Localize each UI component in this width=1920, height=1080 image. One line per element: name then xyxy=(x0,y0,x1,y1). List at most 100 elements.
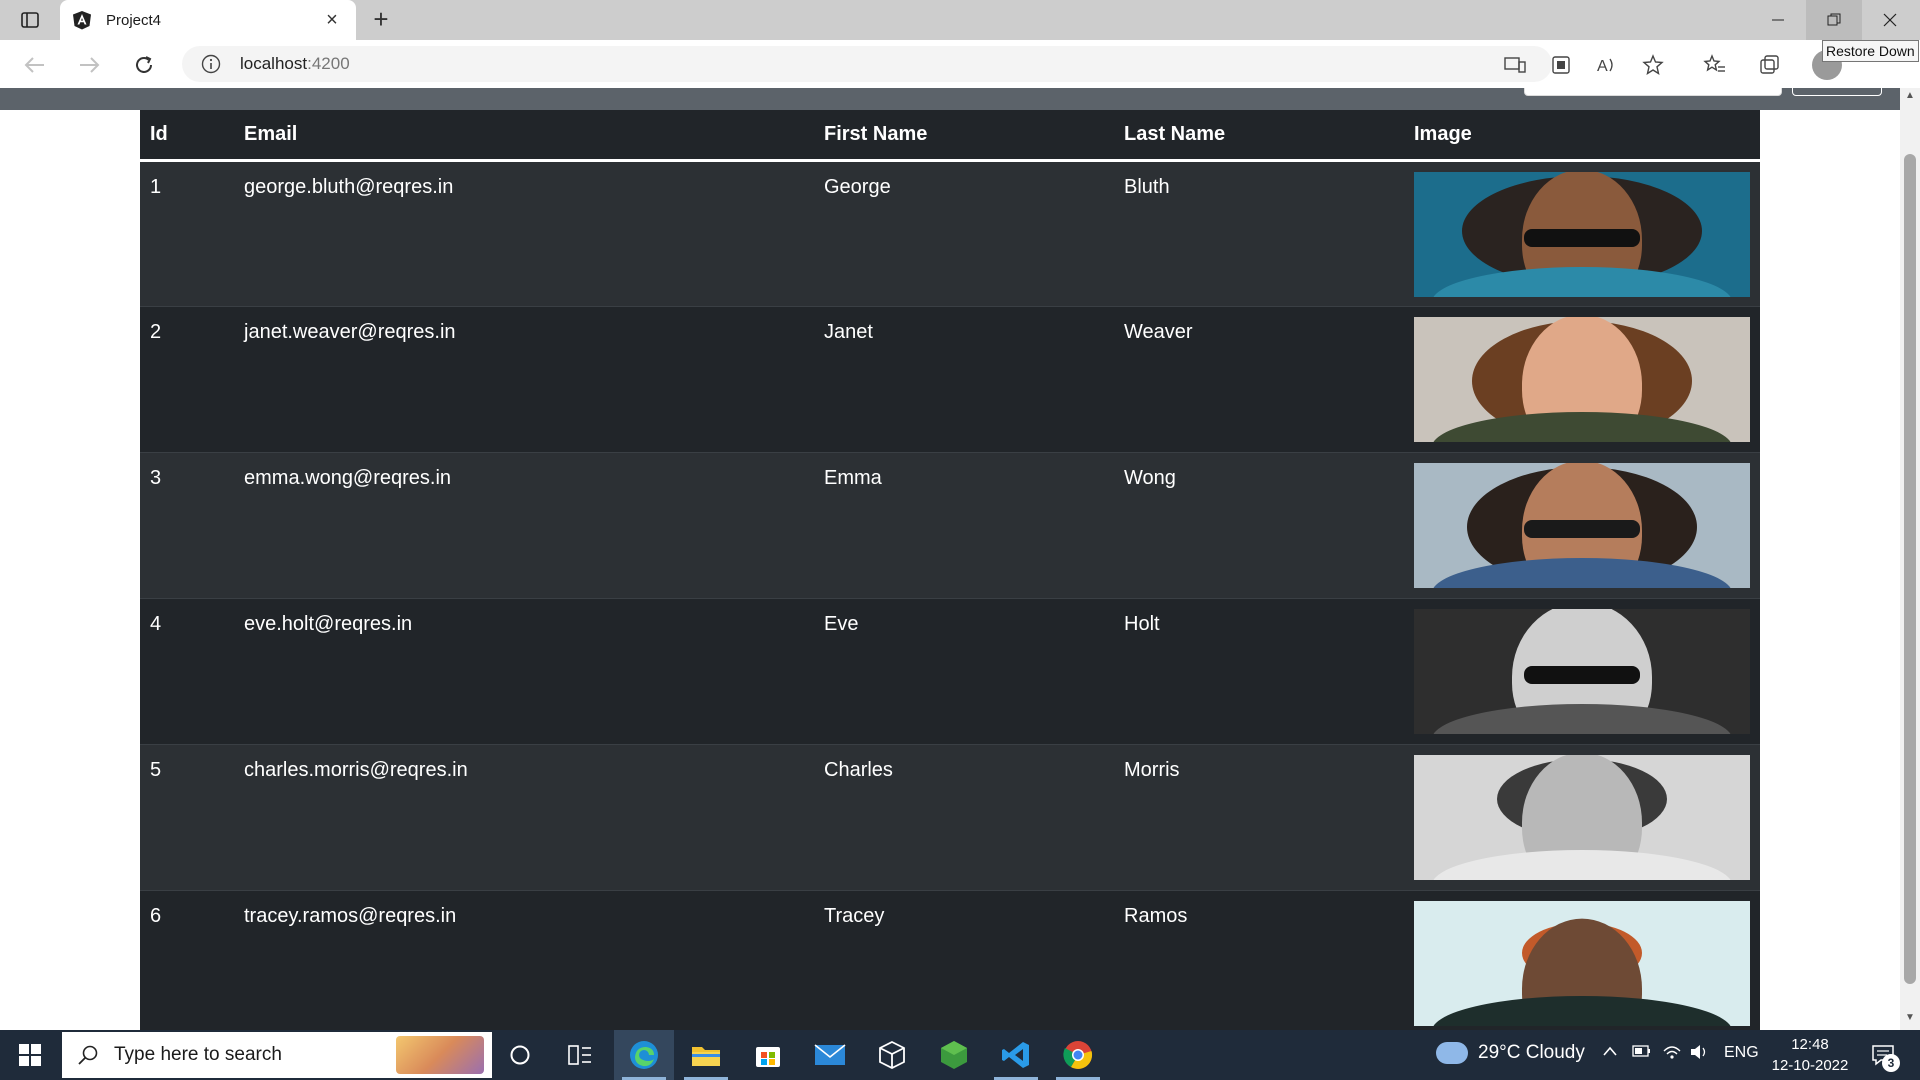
refresh-icon xyxy=(136,56,152,73)
cell-image xyxy=(1404,452,1760,599)
table-row: 6 tracey.ramos@reqres.in Tracey Ramos xyxy=(140,890,1760,1030)
favorites-icon[interactable] xyxy=(1700,50,1730,80)
taskbar-mail[interactable] xyxy=(800,1030,860,1080)
language-indicator[interactable]: ENG xyxy=(1724,1044,1759,1062)
page-scrollbar[interactable]: ▲ ▼ xyxy=(1900,88,1920,1030)
close-window-button[interactable] xyxy=(1862,0,1918,40)
cell-image xyxy=(1404,160,1760,307)
browser-titlebar: Project4 × + xyxy=(0,0,1920,40)
taskbar-chrome[interactable] xyxy=(1048,1030,1108,1080)
scroll-up-arrow-icon[interactable]: ▲ xyxy=(1900,90,1920,106)
search-placeholder: Type here to search xyxy=(114,1044,282,1065)
task-view-button[interactable] xyxy=(550,1030,610,1080)
taskbar-search-input[interactable]: Type here to search xyxy=(62,1032,492,1078)
store-icon xyxy=(756,1047,780,1067)
restore-down-button[interactable] xyxy=(1806,0,1862,40)
cell-first-name: Eve xyxy=(814,598,1114,745)
vscode-icon xyxy=(1002,1042,1029,1068)
table-row: 3 emma.wong@reqres.in Emma Wong xyxy=(140,452,1760,599)
navbar-search-input[interactable] xyxy=(1524,88,1782,96)
page-viewport: Id Email First Name Last Name Image 1 ge… xyxy=(0,88,1900,1030)
cell-last-name: Wong xyxy=(1114,452,1404,599)
new-tab-button[interactable]: + xyxy=(366,5,396,35)
tab-close-icon[interactable]: × xyxy=(320,8,344,32)
folder-icon xyxy=(692,1047,720,1066)
cell-email: george.bluth@reqres.in xyxy=(234,160,814,307)
cell-image xyxy=(1404,744,1760,891)
cell-last-name: Ramos xyxy=(1114,890,1404,1030)
tab-actions-button[interactable] xyxy=(10,6,50,34)
start-button[interactable] xyxy=(0,1030,60,1080)
header-last-name: Last Name xyxy=(1124,122,1226,145)
cell-email: tracey.ramos@reqres.in xyxy=(234,890,814,1030)
mail-icon xyxy=(814,1044,846,1065)
immersive-reader-icon[interactable] xyxy=(1546,50,1576,80)
cortana-button[interactable] xyxy=(490,1030,550,1080)
avatar-photo xyxy=(1414,608,1750,734)
scroll-thumb[interactable] xyxy=(1904,154,1916,984)
collections-icon[interactable] xyxy=(1755,50,1785,80)
taskbar-vscode[interactable] xyxy=(986,1030,1046,1080)
back-arrow-icon xyxy=(24,57,44,73)
url-port: :4200 xyxy=(307,54,350,73)
avatar-photo xyxy=(1414,462,1750,588)
cortana-circle-icon xyxy=(510,1045,530,1065)
cell-email: eve.holt@reqres.in xyxy=(234,598,814,745)
clock-time: 12:48 xyxy=(1791,1036,1829,1053)
wifi-icon[interactable] xyxy=(1662,1044,1682,1065)
taskbar-file-explorer[interactable] xyxy=(676,1030,736,1080)
navbar-search-button[interactable] xyxy=(1792,88,1882,96)
nodejs-hexagon-icon xyxy=(941,1041,967,1069)
address-bar[interactable]: localhost:4200 xyxy=(182,46,1552,82)
cell-first-name: Charles xyxy=(814,744,1114,891)
site-info-icon[interactable] xyxy=(200,53,222,75)
taskbar-nodejs[interactable] xyxy=(924,1030,984,1080)
app-available-icon[interactable] xyxy=(1500,50,1530,80)
avatar-photo xyxy=(1414,754,1750,880)
taskbar-store[interactable] xyxy=(738,1030,798,1080)
refresh-button[interactable] xyxy=(127,48,161,82)
avatar-photo xyxy=(1414,900,1750,1026)
table-row: 4 eve.holt@reqres.in Eve Holt xyxy=(140,598,1760,745)
show-hidden-icons-chevron-icon[interactable] xyxy=(1602,1044,1618,1062)
avatar-photo xyxy=(1414,316,1750,442)
url-text: localhost:4200 xyxy=(240,54,350,74)
cell-email: charles.morris@reqres.in xyxy=(234,744,814,891)
weather-text: 29°C Cloudy xyxy=(1478,1042,1585,1063)
cube-icon xyxy=(879,1040,905,1070)
read-aloud-icon[interactable]: A xyxy=(1592,50,1622,80)
angular-favicon-icon xyxy=(73,11,91,30)
cell-last-name: Holt xyxy=(1114,598,1404,745)
battery-icon[interactable] xyxy=(1632,1044,1652,1063)
search-highlight-image xyxy=(396,1036,484,1074)
cell-id: 3 xyxy=(140,452,234,599)
taskbar-3d-viewer[interactable] xyxy=(862,1030,922,1080)
cell-image xyxy=(1404,598,1760,745)
task-view-icon xyxy=(568,1045,591,1065)
weather-widget[interactable]: 29°C Cloudy xyxy=(1436,1042,1585,1064)
search-icon xyxy=(76,1043,100,1067)
windows-logo-icon xyxy=(19,1044,41,1066)
cell-last-name: Weaver xyxy=(1114,306,1404,453)
cell-first-name: Janet xyxy=(814,306,1114,453)
cell-last-name: Bluth xyxy=(1114,160,1404,307)
add-favorite-icon[interactable] xyxy=(1638,50,1668,80)
tab-title: Project4 xyxy=(106,11,162,29)
chrome-icon xyxy=(1063,1041,1093,1069)
system-clock[interactable]: 12:48 12-10-2022 xyxy=(1770,1034,1850,1076)
notification-center-button[interactable]: 3 xyxy=(1868,1040,1900,1072)
taskbar-edge[interactable] xyxy=(614,1030,674,1080)
avatar-photo xyxy=(1414,171,1750,297)
volume-icon[interactable] xyxy=(1690,1044,1710,1065)
svg-text:A: A xyxy=(1597,58,1608,75)
users-table: Id Email First Name Last Name Image 1 ge… xyxy=(140,110,1760,1030)
cell-first-name: Emma xyxy=(814,452,1114,599)
table-header-row: Id Email First Name Last Name Image xyxy=(140,110,1760,160)
browser-tab-active[interactable]: Project4 × xyxy=(60,0,356,40)
back-button[interactable] xyxy=(18,48,52,82)
scroll-down-arrow-icon[interactable]: ▼ xyxy=(1900,1012,1920,1028)
forward-button[interactable] xyxy=(72,48,106,82)
cell-image xyxy=(1404,890,1760,1030)
minimize-button[interactable] xyxy=(1750,0,1806,40)
forward-arrow-icon xyxy=(80,57,100,73)
